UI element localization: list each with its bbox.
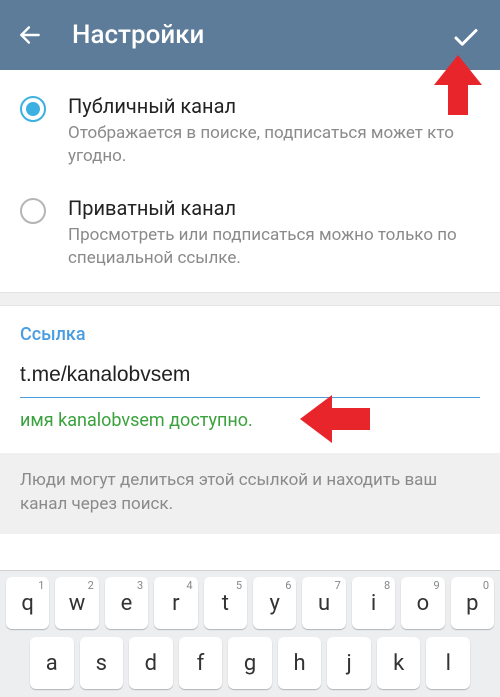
radio-unselected-icon: [20, 198, 46, 224]
public-channel-label: Публичный канал: [68, 94, 480, 118]
key-hint: 6: [285, 579, 291, 592]
back-arrow-icon[interactable]: [16, 21, 44, 49]
key-hint: 2: [88, 579, 94, 592]
public-channel-option[interactable]: Публичный канал Отображается в поиске, п…: [20, 84, 480, 186]
keyboard-row-2: asdfghjkl: [3, 637, 497, 689]
key-hint: 9: [433, 579, 439, 592]
key-hint: 7: [335, 579, 341, 592]
keyboard-key-g[interactable]: g: [228, 637, 272, 689]
key-hint: 3: [137, 579, 143, 592]
link-input[interactable]: [20, 345, 480, 398]
private-channel-desc: Просмотреть или подписаться можно только…: [68, 224, 480, 270]
private-channel-option[interactable]: Приватный канал Просмотреть или подписат…: [20, 186, 480, 288]
keyboard-key-q[interactable]: q1: [6, 577, 49, 629]
keyboard-key-r[interactable]: r4: [154, 577, 197, 629]
help-section: Люди могут делиться этой ссылкой и наход…: [0, 453, 500, 535]
keyboard-key-f[interactable]: f: [179, 637, 223, 689]
keyboard-key-l[interactable]: l: [426, 637, 470, 689]
virtual-keyboard: q1w2e3r4t5y6u7i8o9p0 asdfghjkl: [0, 570, 500, 697]
keyboard-row-1: q1w2e3r4t5y6u7i8o9p0: [3, 577, 497, 629]
key-hint: 8: [384, 579, 390, 592]
page-title: Настройки: [72, 20, 204, 50]
annotation-arrow-icon: [432, 55, 484, 123]
help-text: Люди могут делиться этой ссылкой и наход…: [20, 469, 480, 517]
content-area: Публичный канал Отображается в поиске, п…: [0, 70, 500, 534]
link-section: Ссылка имя kanalobvsem доступно.: [0, 306, 500, 437]
keyboard-key-u[interactable]: u7: [302, 577, 345, 629]
key-hint: 5: [236, 579, 242, 592]
app-header: Настройки: [0, 0, 500, 70]
private-channel-label: Приватный канал: [68, 196, 480, 220]
keyboard-key-k[interactable]: k: [377, 637, 421, 689]
radio-text: Публичный канал Отображается в поиске, п…: [68, 94, 480, 168]
confirm-check-icon[interactable]: [450, 22, 482, 54]
keyboard-key-i[interactable]: i8: [352, 577, 395, 629]
keyboard-key-s[interactable]: s: [80, 637, 124, 689]
keyboard-key-h[interactable]: h: [278, 637, 322, 689]
section-divider: [0, 292, 500, 306]
link-section-title: Ссылка: [20, 324, 480, 345]
keyboard-key-a[interactable]: a: [30, 637, 74, 689]
keyboard-key-j[interactable]: j: [327, 637, 371, 689]
key-hint: 0: [483, 579, 489, 592]
keyboard-key-y[interactable]: y6: [253, 577, 296, 629]
keyboard-key-o[interactable]: o9: [401, 577, 444, 629]
keyboard-key-d[interactable]: d: [129, 637, 173, 689]
link-status-text: имя kanalobvsem доступно.: [20, 410, 480, 431]
annotation-arrow-icon: [300, 392, 372, 450]
key-hint: 4: [186, 579, 192, 592]
public-channel-desc: Отображается в поиске, подписаться может…: [68, 122, 480, 168]
radio-selected-icon: [20, 96, 46, 122]
radio-text: Приватный канал Просмотреть или подписат…: [68, 196, 480, 270]
keyboard-key-w[interactable]: w2: [55, 577, 98, 629]
channel-type-group: Публичный канал Отображается в поиске, п…: [0, 70, 500, 292]
keyboard-key-t[interactable]: t5: [204, 577, 247, 629]
keyboard-key-p[interactable]: p0: [451, 577, 494, 629]
key-hint: 1: [38, 579, 44, 592]
keyboard-key-e[interactable]: e3: [105, 577, 148, 629]
